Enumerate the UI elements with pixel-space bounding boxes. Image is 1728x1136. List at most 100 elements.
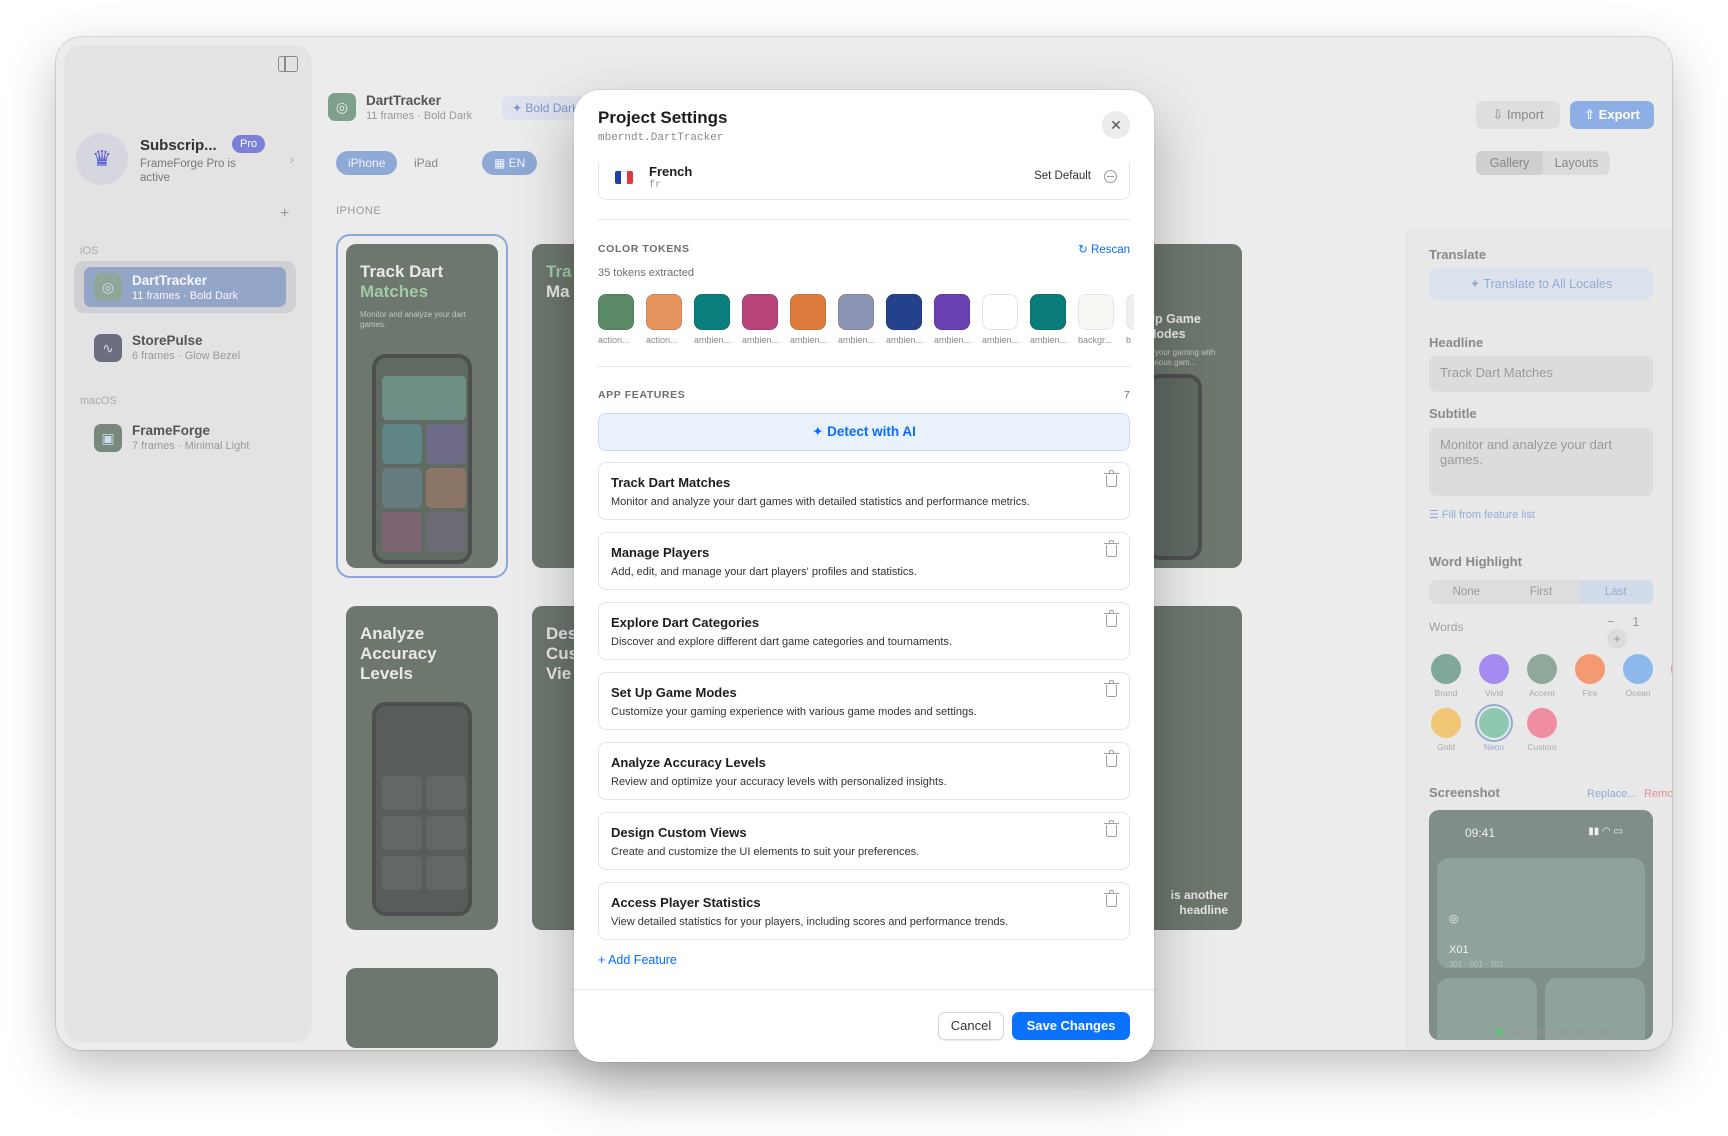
signal-icon: ▮▮ ◠ ▭ xyxy=(1588,826,1623,837)
color-token-name: ambien... xyxy=(886,335,924,345)
add-project-button[interactable]: + xyxy=(280,205,289,223)
words-label: Words xyxy=(1429,620,1464,634)
trash-icon[interactable] xyxy=(1104,820,1119,837)
highlight-style-accent[interactable] xyxy=(1527,654,1557,684)
highlight-style-gold[interactable] xyxy=(1431,708,1461,738)
app-meta: 11 frames · Bold Dark xyxy=(366,110,473,122)
color-token[interactable]: action... xyxy=(598,294,634,345)
decrement-button[interactable]: − xyxy=(1607,614,1615,629)
color-token[interactable]: ambien... xyxy=(838,294,875,345)
sidebar-item-frameforge[interactable]: ▣ FrameForge 7 frames · Minimal Light xyxy=(74,411,296,463)
highlight-none[interactable]: None xyxy=(1429,580,1504,604)
remove-locale-icon[interactable] xyxy=(1104,170,1117,183)
highlight-style-ocean[interactable] xyxy=(1623,654,1653,684)
sidebar-item-darttracker[interactable]: ◎ DartTracker 11 frames · Bold Dark xyxy=(74,261,296,313)
trash-icon[interactable] xyxy=(1104,470,1119,487)
feature-row[interactable]: Design Custom Views Create and customize … xyxy=(598,812,1130,870)
project-name: StorePulse xyxy=(132,333,203,348)
fill-from-feature-link[interactable]: ☰ Fill from feature list xyxy=(1429,508,1535,521)
feature-row[interactable]: Manage Players Add, edit, and manage your… xyxy=(598,532,1130,590)
color-token-name: action... xyxy=(598,335,630,345)
color-token[interactable]: ambien... xyxy=(982,294,1019,345)
frame-card[interactable]: Track Dart Matches Monitor and analyze y… xyxy=(346,244,498,568)
feature-row[interactable]: Analyze Accuracy Levels Review and optimi… xyxy=(598,742,1130,800)
sidebar-item-storepulse[interactable]: ∿ StorePulse 6 frames · Glow Bezel xyxy=(74,321,296,373)
trash-icon[interactable] xyxy=(1104,610,1119,627)
tab-gallery[interactable]: Gallery xyxy=(1476,151,1543,175)
save-changes-button[interactable]: Save Changes xyxy=(1012,1012,1130,1040)
highlight-style-label: Ocean xyxy=(1625,688,1651,698)
color-token[interactable]: ambien... xyxy=(694,294,731,345)
feature-title: Set Up Game Modes xyxy=(611,685,737,700)
highlight-style-custom[interactable] xyxy=(1527,708,1557,738)
trash-icon[interactable] xyxy=(1104,750,1119,767)
highlight-style-fire[interactable] xyxy=(1575,654,1605,684)
words-value: 1 xyxy=(1632,614,1640,629)
game-mode-sub: 301 · 501 · 701 xyxy=(1449,960,1504,969)
color-token[interactable]: ambien... xyxy=(886,294,923,345)
headline-input[interactable]: Track Dart Matches xyxy=(1429,356,1653,392)
highlight-style-brand[interactable] xyxy=(1431,654,1461,684)
device-iphone[interactable]: iPhone xyxy=(336,151,398,175)
feature-row[interactable]: Track Dart Matches Monitor and analyze yo… xyxy=(598,462,1130,520)
tab-layouts[interactable]: Layouts xyxy=(1543,151,1610,175)
color-token[interactable]: ambien... xyxy=(934,294,971,345)
trash-icon[interactable] xyxy=(1104,680,1119,697)
feature-row[interactable]: Set Up Game Modes Customize your gaming e… xyxy=(598,672,1130,730)
replace-link[interactable]: Replace... xyxy=(1587,788,1637,800)
trash-icon[interactable] xyxy=(1104,540,1119,557)
trash-icon[interactable] xyxy=(1104,890,1119,907)
highlight-last[interactable]: Last xyxy=(1578,580,1654,604)
bundle-id: mberndt.DartTracker xyxy=(598,132,724,144)
translate-all-button[interactable]: ✦ Translate to All Locales xyxy=(1429,268,1653,300)
locale-name: French xyxy=(649,164,693,179)
close-dialog-button[interactable]: ✕ xyxy=(1102,111,1130,139)
highlight-style-aurora[interactable] xyxy=(1671,654,1672,684)
rescan-button[interactable]: ↻ Rescan xyxy=(1078,242,1130,256)
frame-card[interactable] xyxy=(346,968,498,1048)
frame-headline: is another headline xyxy=(1170,888,1228,917)
color-token[interactable]: ambien... xyxy=(742,294,779,345)
color-token[interactable]: backgr... xyxy=(1078,294,1114,345)
device-ipad[interactable]: iPad xyxy=(402,151,450,175)
frame-card[interactable]: Analyze Accuracy Levels xyxy=(346,606,498,930)
highlight-style-vivid[interactable] xyxy=(1479,654,1509,684)
subscription-card[interactable]: ♛ Subscrip... Pro FrameForge Pro is acti… xyxy=(76,129,298,189)
phone-mockup xyxy=(1146,374,1202,560)
feature-desc: Add, edit, and manage your dart players'… xyxy=(611,566,917,578)
sidebar-toggle-icon[interactable] xyxy=(278,56,298,72)
color-token[interactable]: ambien... xyxy=(790,294,827,345)
color-token-swatch xyxy=(646,294,682,330)
remove-link[interactable]: Remove xyxy=(1644,788,1672,800)
list-icon: ☰ xyxy=(1429,509,1442,521)
project-meta: 11 frames · Bold Dark xyxy=(132,290,239,302)
inspector-panel: Translate ✦ Translate to All Locales Hea… xyxy=(1406,230,1672,1050)
frame-card[interactable]: is another headline xyxy=(1146,606,1242,930)
import-button[interactable]: ⇩ Import xyxy=(1476,101,1560,129)
cancel-button[interactable]: Cancel xyxy=(938,1012,1004,1040)
subtitle-input[interactable]: Monitor and analyze your dart games. xyxy=(1429,428,1653,496)
feature-row[interactable]: Access Player Statistics View detailed st… xyxy=(598,882,1130,940)
feature-row[interactable]: Explore Dart Categories Discover and expl… xyxy=(598,602,1130,660)
language-chip[interactable]: ▦ EN xyxy=(482,151,538,175)
detect-with-ai-button[interactable]: ✦ Detect with AI xyxy=(598,413,1130,451)
close-icon: ✕ xyxy=(1110,117,1122,133)
frame-card[interactable]: Up Game Modes to your gaming with variou… xyxy=(1146,244,1242,568)
subscription-desc: FrameForge Pro is active xyxy=(140,158,236,184)
pro-badge: Pro xyxy=(232,135,266,153)
color-token[interactable]: b xyxy=(1126,294,1134,345)
status-dot-icon xyxy=(1496,1028,1503,1035)
export-button[interactable]: ⇧ Export xyxy=(1570,101,1654,129)
word-highlight-heading: Word Highlight xyxy=(1429,554,1522,569)
color-token[interactable]: action... xyxy=(646,294,682,345)
screenshot-preview[interactable]: 09:41 ▮▮ ◠ ▭ ◎ X01 301 · 501 · 701 xyxy=(1429,810,1653,1040)
increment-button[interactable]: + xyxy=(1607,629,1627,649)
feature-title: Manage Players xyxy=(611,545,710,560)
add-feature-button[interactable]: + Add Feature xyxy=(598,953,677,967)
highlight-style-label: Brand xyxy=(1434,688,1458,698)
color-token[interactable]: ambien... xyxy=(1030,294,1067,345)
section-ios: iOS xyxy=(80,245,99,257)
highlight-style-neon[interactable] xyxy=(1479,708,1509,738)
highlight-first[interactable]: First xyxy=(1504,580,1579,604)
set-default-button[interactable]: Set Default xyxy=(1034,170,1091,182)
